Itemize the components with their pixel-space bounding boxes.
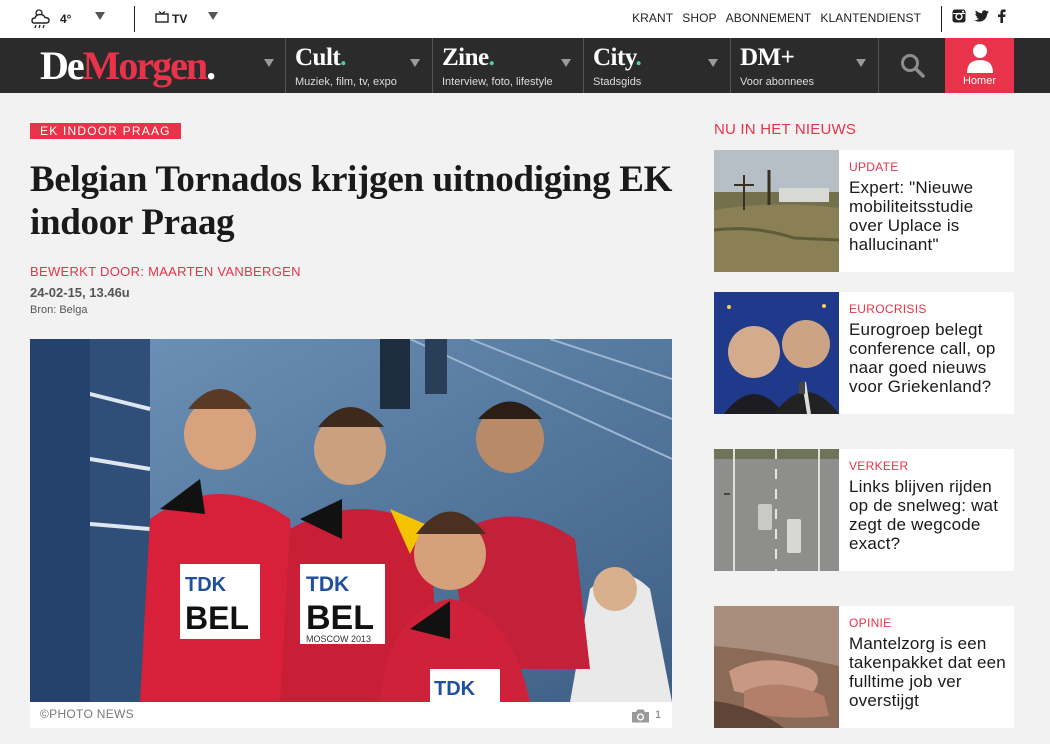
- chevron-down-icon[interactable]: [708, 59, 718, 67]
- svg-text:TDK: TDK: [306, 573, 349, 596]
- news-title[interactable]: Expert: "Nieuwe mobiliteitsstudie over U…: [849, 178, 1009, 254]
- news-sidebar-title: NU IN HET NIEUWS: [714, 121, 857, 138]
- photo-credit: ©PHOTO NEWS: [40, 707, 134, 721]
- nav-section-subtitle: Muziek, film, tv, expo: [295, 76, 397, 88]
- nav-section-title: Cult.: [295, 44, 346, 71]
- user-name: Homer: [962, 75, 996, 87]
- logo-text-de: De: [40, 43, 85, 88]
- article-photo[interactable]: TDK BEL TDK BEL MOSCOW 2013 TDK: [30, 339, 672, 702]
- nav-section-subtitle: Stadsgids: [593, 76, 642, 88]
- main-navigation: De Morgen. Cult. Muziek, film, tv, expo Z…: [0, 38, 1050, 93]
- svg-text:MOSCOW 2013: MOSCOW 2013: [306, 634, 371, 644]
- chevron-down-icon[interactable]: [856, 59, 866, 67]
- logo-dropdown-caret[interactable]: [264, 59, 274, 67]
- site-logo[interactable]: De Morgen.: [40, 38, 216, 93]
- nav-section-subtitle: Interview, foto, lifestyle: [442, 76, 553, 88]
- news-category: UPDATE: [849, 160, 899, 174]
- svg-text:BEL: BEL: [185, 600, 249, 636]
- article-kicker[interactable]: EK INDOOR PRAAG: [30, 123, 181, 139]
- user-icon: [967, 44, 993, 73]
- nav-section-subtitle: Voor abonnees: [740, 76, 815, 88]
- logo-dot: .: [206, 43, 216, 88]
- article-source: Bron: Belga: [30, 304, 88, 316]
- nav-section-title: DM+: [740, 44, 795, 71]
- nav-section-zine[interactable]: Zine. Interview, foto, lifestyle: [432, 38, 583, 93]
- article-headline: Belgian Tornados krijgen uitnodiging EK …: [30, 159, 673, 243]
- news-title[interactable]: Links blijven rijden op de snelweg: wat …: [849, 477, 1009, 553]
- temperature: 4°: [60, 12, 72, 26]
- logo-text-morgen: Morgen: [82, 43, 209, 88]
- news-thumbnail[interactable]: [714, 449, 839, 571]
- news-thumbnail[interactable]: [714, 292, 839, 414]
- svg-text:TDK: TDK: [185, 574, 227, 596]
- news-thumbnail[interactable]: [714, 606, 839, 728]
- news-title[interactable]: Eurogroep belegt conference call, op naa…: [849, 320, 1009, 396]
- search-icon: [901, 54, 925, 78]
- svg-text:BEL: BEL: [306, 599, 374, 637]
- weather-widget[interactable]: 4°: [30, 8, 71, 30]
- top-utility-bar: 4° TV KRANT SHOP ABONNEMENT KLANTENDIENS…: [0, 0, 1050, 38]
- article-date: 24-02-15, 13.46u: [30, 285, 130, 300]
- news-card[interactable]: UPDATE Expert: "Nieuwe mobiliteitsstudie…: [714, 150, 1014, 272]
- news-category: VERKEER: [849, 459, 909, 473]
- nav-section-title: Zine.: [442, 44, 495, 71]
- top-links: KRANT SHOP ABONNEMENT KLANTENDIENST: [623, 11, 921, 25]
- nav-section-cult[interactable]: Cult. Muziek, film, tv, expo: [285, 38, 432, 93]
- svg-text:TDK: TDK: [434, 678, 476, 700]
- chevron-down-icon[interactable]: [561, 59, 571, 67]
- news-card[interactable]: VERKEER Links blijven rijden op de snelw…: [714, 449, 1014, 571]
- link-abonnement[interactable]: ABONNEMENT: [726, 11, 812, 25]
- news-category: EUROCRISIS: [849, 302, 927, 316]
- cloud-rain-icon: [30, 8, 54, 30]
- article-byline[interactable]: BEWERKT DOOR: MAARTEN VANBERGEN: [30, 264, 301, 279]
- chevron-down-icon[interactable]: [410, 59, 420, 67]
- weather-dropdown-caret[interactable]: [95, 12, 105, 20]
- divider: [941, 6, 942, 32]
- tv-label: TV: [172, 11, 188, 26]
- news-thumbnail[interactable]: [714, 150, 839, 272]
- photo-count: 1: [655, 709, 662, 721]
- news-card[interactable]: EUROCRISIS Eurogroep belegt conference c…: [714, 292, 1014, 414]
- news-card[interactable]: OPINIE Mantelzorg is een takenpakket dat…: [714, 606, 1014, 728]
- tv-icon: [155, 11, 172, 26]
- camera-icon[interactable]: [631, 709, 650, 728]
- facebook-icon[interactable]: [997, 9, 1006, 28]
- divider: [134, 6, 135, 32]
- nav-section-dm-plus[interactable]: DM+ Voor abonnees: [730, 38, 878, 93]
- news-title[interactable]: Mantelzorg is een takenpakket dat een fu…: [849, 634, 1009, 710]
- social-links: [952, 9, 1014, 28]
- news-category: OPINIE: [849, 616, 892, 630]
- twitter-icon[interactable]: [974, 9, 989, 28]
- search-button[interactable]: [878, 38, 945, 93]
- link-shop[interactable]: SHOP: [682, 11, 716, 25]
- photo-caption: ©PHOTO NEWS 1: [30, 702, 672, 728]
- link-krant[interactable]: KRANT: [632, 11, 673, 25]
- user-account-button[interactable]: Homer: [945, 38, 1014, 93]
- nav-section-city[interactable]: City. Stadsgids: [583, 38, 730, 93]
- nav-section-title: City.: [593, 44, 642, 71]
- instagram-icon[interactable]: [952, 9, 966, 28]
- link-klantendienst[interactable]: KLANTENDIENST: [820, 11, 921, 25]
- tv-dropdown-caret[interactable]: [208, 12, 218, 20]
- tv-guide-link[interactable]: TV: [155, 11, 187, 26]
